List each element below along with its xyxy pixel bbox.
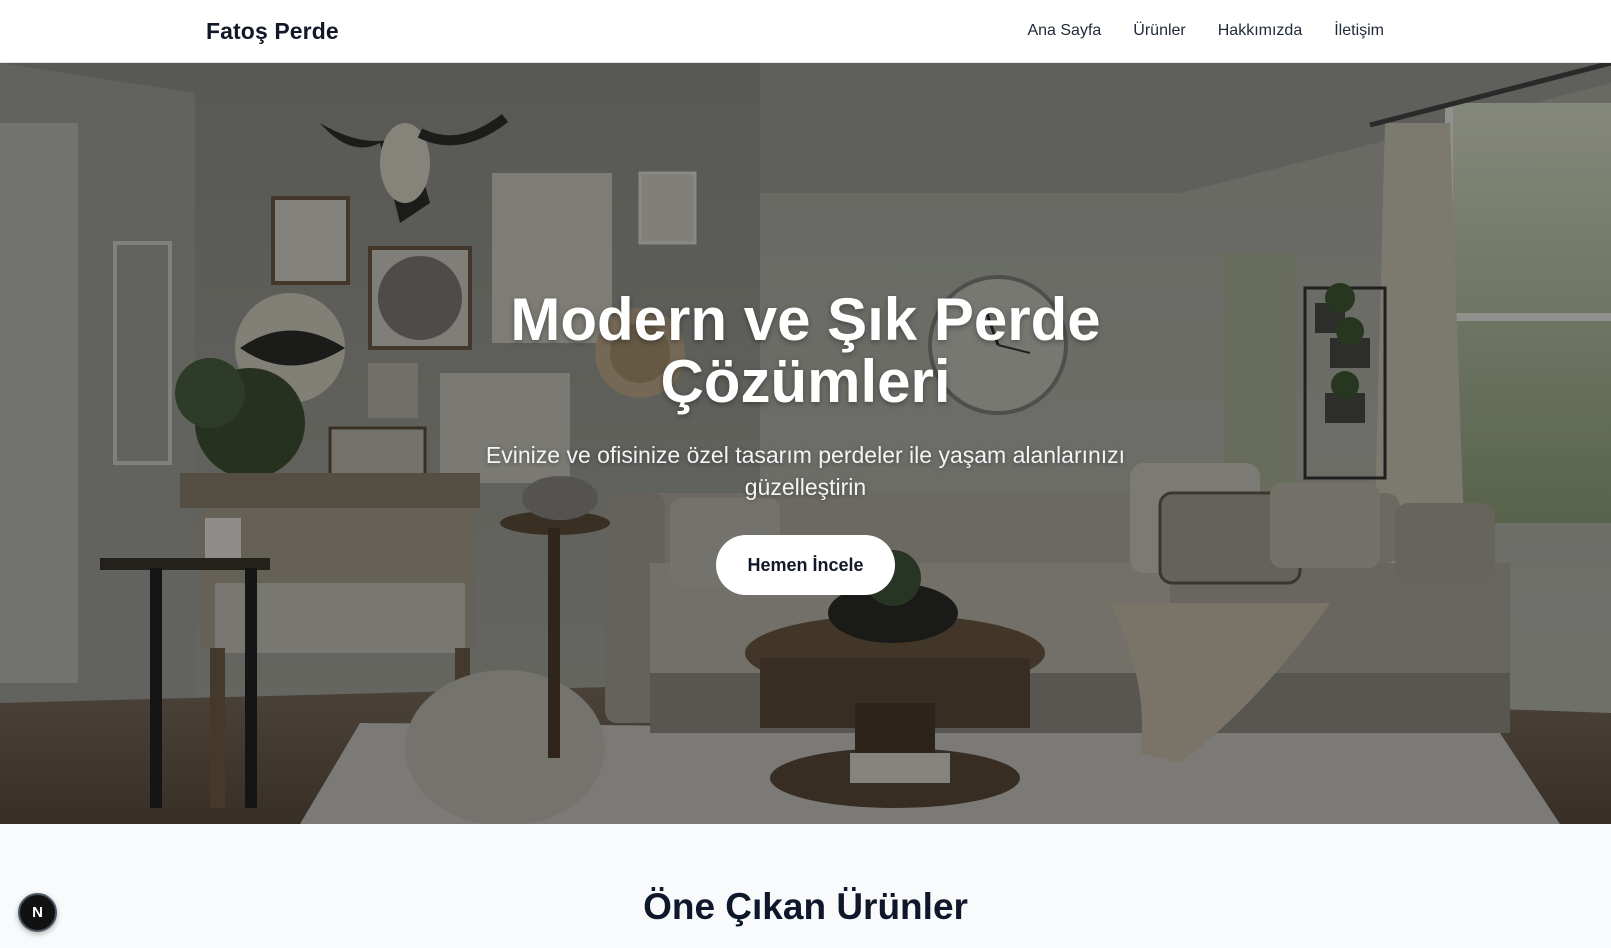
nav-link-home[interactable]: Ana Sayfa xyxy=(1027,22,1101,40)
nextjs-icon[interactable]: N xyxy=(18,893,57,932)
hero-content: Modern ve Şık Perde Çözümleri Evinize ve… xyxy=(0,289,1611,595)
featured-products-section: Öne Çıkan Ürünler xyxy=(0,824,1611,948)
hero-section: Modern ve Şık Perde Çözümleri Evinize ve… xyxy=(0,63,1611,824)
hero-subtitle: Evinize ve ofisinize özel tasarım perdel… xyxy=(485,442,1126,500)
brand-logo[interactable]: Fatoş Perde xyxy=(206,18,339,45)
nav-link-contact[interactable]: İletişim xyxy=(1334,22,1384,40)
nav-links: Ana Sayfa Ürünler Hakkımızda İletişim xyxy=(1027,22,1384,40)
nav-link-products[interactable]: Ürünler xyxy=(1133,22,1185,40)
featured-products-title: Öne Çıkan Ürünler xyxy=(643,886,968,927)
navbar: Fatoş Perde Ana Sayfa Ürünler Hakkımızda… xyxy=(0,0,1611,63)
nav-link-about[interactable]: Hakkımızda xyxy=(1218,22,1302,40)
hero-cta-button[interactable]: Hemen İncele xyxy=(716,535,895,595)
nextjs-badge-label: N xyxy=(32,904,43,921)
hero-title: Modern ve Şık Perde Çözümleri xyxy=(510,286,1101,415)
